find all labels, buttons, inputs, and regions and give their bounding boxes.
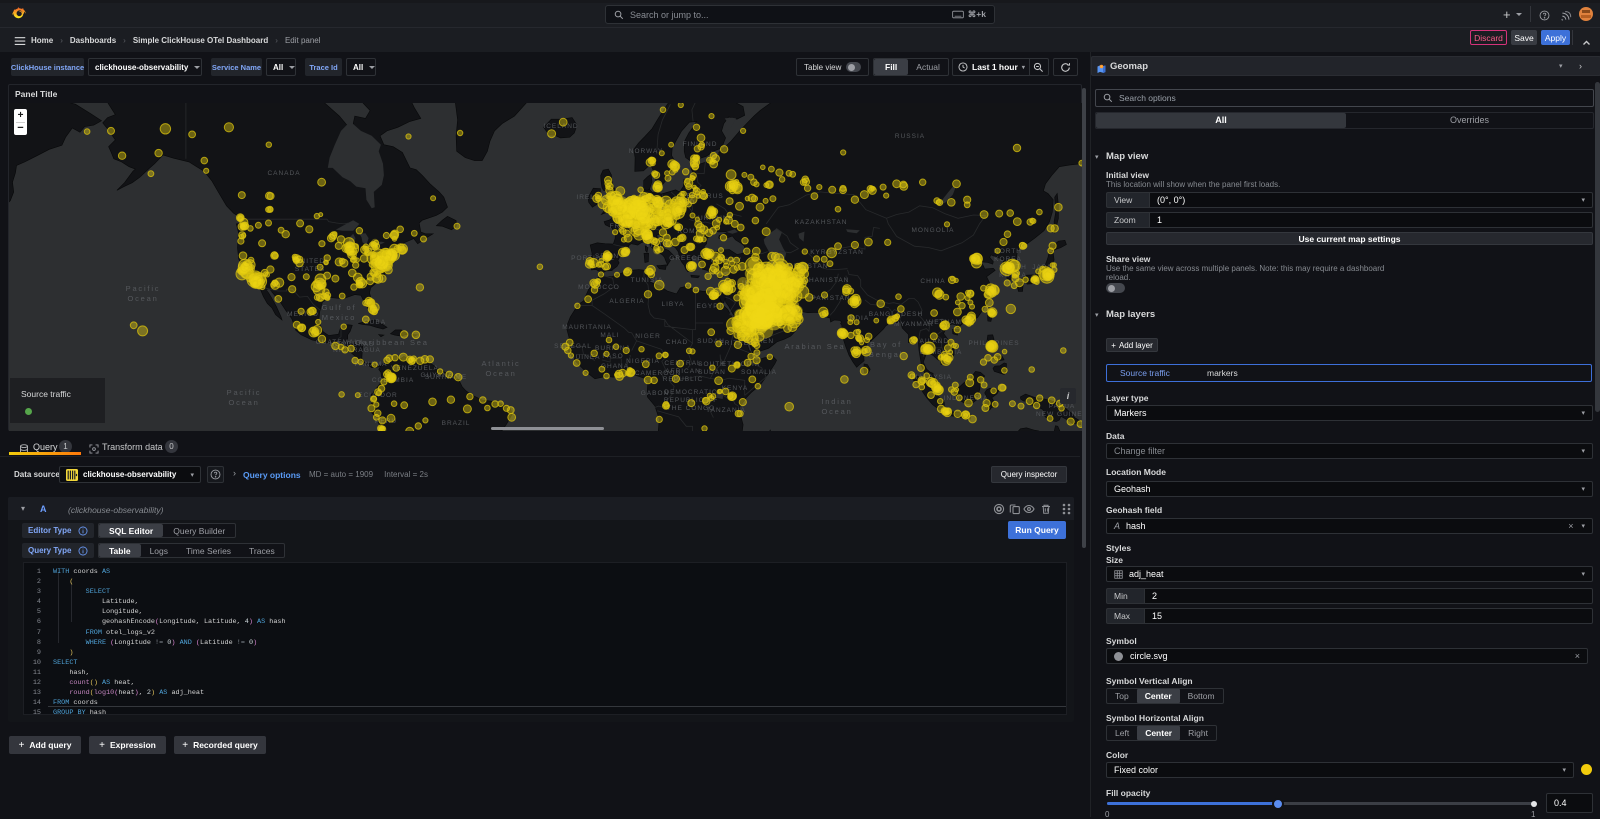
svg-text:LIBYA: LIBYA bbox=[662, 301, 685, 308]
svg-text:CHAD: CHAD bbox=[666, 339, 688, 346]
svg-text:KYRGYZSTAN: KYRGYZSTAN bbox=[810, 249, 864, 256]
svg-text:BRAZIL: BRAZIL bbox=[442, 420, 471, 427]
svg-text:MAURITANIA: MAURITANIA bbox=[562, 324, 612, 331]
svg-text:IndianOcean: IndianOcean bbox=[821, 397, 852, 416]
svg-text:AtlanticOcean: AtlanticOcean bbox=[482, 359, 521, 378]
svg-text:PacificOcean: PacificOcean bbox=[227, 388, 262, 407]
svg-text:PAKISTAN: PAKISTAN bbox=[811, 295, 850, 302]
svg-text:NIGER: NIGER bbox=[635, 333, 661, 340]
svg-text:NORWAY: NORWAY bbox=[629, 148, 663, 155]
svg-text:KAZAKHSTAN: KAZAKHSTAN bbox=[795, 219, 848, 226]
svg-text:GREECE: GREECE bbox=[669, 255, 702, 262]
svg-text:Bay ofBengal: Bay ofBengal bbox=[869, 340, 903, 359]
svg-text:Caribbean Sea: Caribbean Sea bbox=[355, 338, 428, 347]
svg-text:MONGOLIA: MONGOLIA bbox=[911, 227, 954, 234]
svg-text:SOMALIA: SOMALIA bbox=[741, 369, 777, 376]
svg-text:CHINA: CHINA bbox=[920, 278, 945, 285]
svg-text:PacificOcean: PacificOcean bbox=[126, 284, 161, 303]
svg-text:CANADA: CANADA bbox=[267, 170, 300, 177]
svg-text:Gulf ofMexico: Gulf ofMexico bbox=[322, 303, 357, 322]
svg-text:ALGERIA: ALGERIA bbox=[609, 298, 644, 305]
svg-text:Arabian Sea: Arabian Sea bbox=[784, 342, 845, 351]
svg-text:RUSSIA: RUSSIA bbox=[895, 133, 925, 140]
